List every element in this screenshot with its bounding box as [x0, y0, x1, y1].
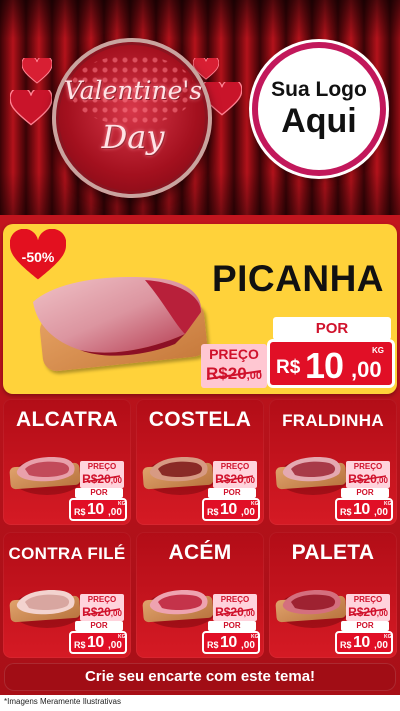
- price-currency: R$: [207, 640, 219, 650]
- featured-product-name: PICANHA: [211, 258, 385, 299]
- product-name: ACÉM: [168, 541, 232, 564]
- price-unit: KG: [372, 346, 384, 355]
- price-currency: R$: [276, 357, 301, 378]
- price-currency: R$: [340, 640, 352, 650]
- strikethrough-line: [350, 475, 386, 483]
- price-decimal: ,00: [108, 507, 122, 518]
- preco-label: PREÇO: [220, 595, 250, 604]
- por-label: POR: [341, 488, 389, 498]
- strikethrough-line: [84, 608, 120, 616]
- product-price: R$ 10 ,00 KG: [335, 498, 393, 521]
- meat-image: [282, 590, 341, 615]
- logo-placeholder[interactable]: Sua Logo Aqui: [252, 42, 386, 176]
- strikethrough-line: [84, 475, 120, 483]
- footnote: *Imagens Meramente Ilustrativas: [4, 697, 121, 706]
- product-name: CONTRA FILÉ: [8, 544, 126, 563]
- old-price-tag: PREÇO R$20,00: [80, 594, 124, 621]
- price-unit: KG: [251, 501, 259, 507]
- product-price: R$ 10 ,00 KG: [335, 631, 393, 654]
- price-integer: 10: [87, 501, 104, 518]
- por-label: POR: [341, 621, 389, 631]
- discount-badge: -50%: [10, 229, 66, 285]
- product-card[interactable]: PALETA PREÇO R$20,00 POR R$ 10 ,00 KG: [269, 532, 397, 658]
- old-price-tag: PREÇO R$20,00: [201, 344, 267, 388]
- old-price-tag: PREÇO R$20,00: [213, 461, 257, 488]
- offers-section: -50% PICANHA PREÇO R$20,00 POR R$ 10 ,00…: [0, 215, 400, 695]
- strikethrough-line: [350, 608, 386, 616]
- price-decimal: ,00: [374, 507, 388, 518]
- price-integer: 10: [220, 501, 237, 518]
- theme-title-line2: Day: [101, 118, 165, 156]
- price-unit: KG: [251, 634, 259, 640]
- old-price-tag: PREÇO R$20,00: [213, 594, 257, 621]
- meat-image: [16, 457, 75, 482]
- meat-image: [282, 457, 341, 482]
- price-decimal: ,00: [108, 640, 122, 651]
- price-unit: KG: [384, 501, 392, 507]
- product-price: R$ 10 ,00 KG: [69, 498, 127, 521]
- price-unit: KG: [118, 634, 126, 640]
- price-unit: KG: [384, 634, 392, 640]
- featured-price: R$ 10 ,00 KG: [267, 339, 395, 388]
- product-name: ALCATRA: [15, 408, 119, 431]
- preco-label: PREÇO: [87, 595, 117, 604]
- price-integer: 10: [87, 634, 104, 651]
- por-label: POR: [273, 317, 391, 340]
- header-banner: Valentine's Day Sua Logo Aqui: [0, 0, 400, 215]
- product-card[interactable]: CONTRA FILÉ PREÇO R$20,00 POR R$ 10 ,00 KG: [3, 532, 131, 658]
- strikethrough-line: [207, 370, 261, 380]
- heart-icon: [10, 90, 52, 126]
- product-card[interactable]: ALCATRA PREÇO R$20,00 POR R$ 10 ,00 KG: [3, 399, 131, 525]
- product-price: R$ 10 ,00 KG: [202, 631, 260, 654]
- por-label: POR: [208, 621, 256, 631]
- price-decimal: ,00: [241, 640, 255, 651]
- product-price: R$ 10 ,00 KG: [202, 498, 260, 521]
- por-label: POR: [208, 488, 256, 498]
- preco-label: PREÇO: [209, 346, 259, 362]
- price-currency: R$: [207, 507, 219, 517]
- product-card[interactable]: ACÉM PREÇO R$20,00 POR R$ 10 ,00 KG: [136, 532, 264, 658]
- product-card[interactable]: FRALDINHA PREÇO R$20,00 POR R$ 10 ,00 KG: [269, 399, 397, 525]
- por-label: POR: [75, 488, 123, 498]
- strikethrough-line: [217, 608, 253, 616]
- price-currency: R$: [340, 507, 352, 517]
- price-decimal: ,00: [351, 357, 382, 382]
- price-integer: 10: [353, 634, 370, 651]
- strikethrough-line: [217, 475, 253, 483]
- featured-product-card[interactable]: -50% PICANHA PREÇO R$20,00 POR R$ 10 ,00…: [3, 224, 397, 394]
- meat-image: [149, 590, 208, 615]
- old-price-tag: PREÇO R$20,00: [346, 594, 390, 621]
- preco-label: PREÇO: [353, 595, 383, 604]
- preco-label: PREÇO: [353, 462, 383, 471]
- price-unit: KG: [118, 501, 126, 507]
- price-decimal: ,00: [241, 507, 255, 518]
- logo-text-line2: Aqui: [281, 102, 357, 140]
- price-integer: 10: [305, 345, 344, 386]
- meat-image: [149, 457, 208, 482]
- theme-title-line1: Valentine's: [63, 76, 203, 105]
- old-price-tag: PREÇO R$20,00: [346, 461, 390, 488]
- price-currency: R$: [74, 640, 86, 650]
- price-integer: 10: [353, 501, 370, 518]
- product-name: COSTELA: [148, 408, 252, 431]
- old-price-tag: PREÇO R$20,00: [80, 461, 124, 488]
- heart-icon: [22, 58, 52, 84]
- logo-text-line1: Sua Logo: [271, 78, 367, 101]
- price-decimal: ,00: [374, 640, 388, 651]
- por-label: POR: [75, 621, 123, 631]
- preco-label: PREÇO: [87, 462, 117, 471]
- cta-banner[interactable]: Crie seu encarte com este tema!: [4, 663, 396, 691]
- product-card[interactable]: COSTELA PREÇO R$20,00 POR R$ 10 ,00 KG: [136, 399, 264, 525]
- price-integer: 10: [220, 634, 237, 651]
- meat-image: [16, 590, 75, 615]
- product-price: R$ 10 ,00 KG: [69, 631, 127, 654]
- preco-label: PREÇO: [220, 462, 250, 471]
- price-currency: R$: [74, 507, 86, 517]
- product-name: PALETA: [291, 541, 375, 564]
- discount-text: -50%: [21, 249, 55, 265]
- product-name: FRALDINHA: [282, 411, 384, 430]
